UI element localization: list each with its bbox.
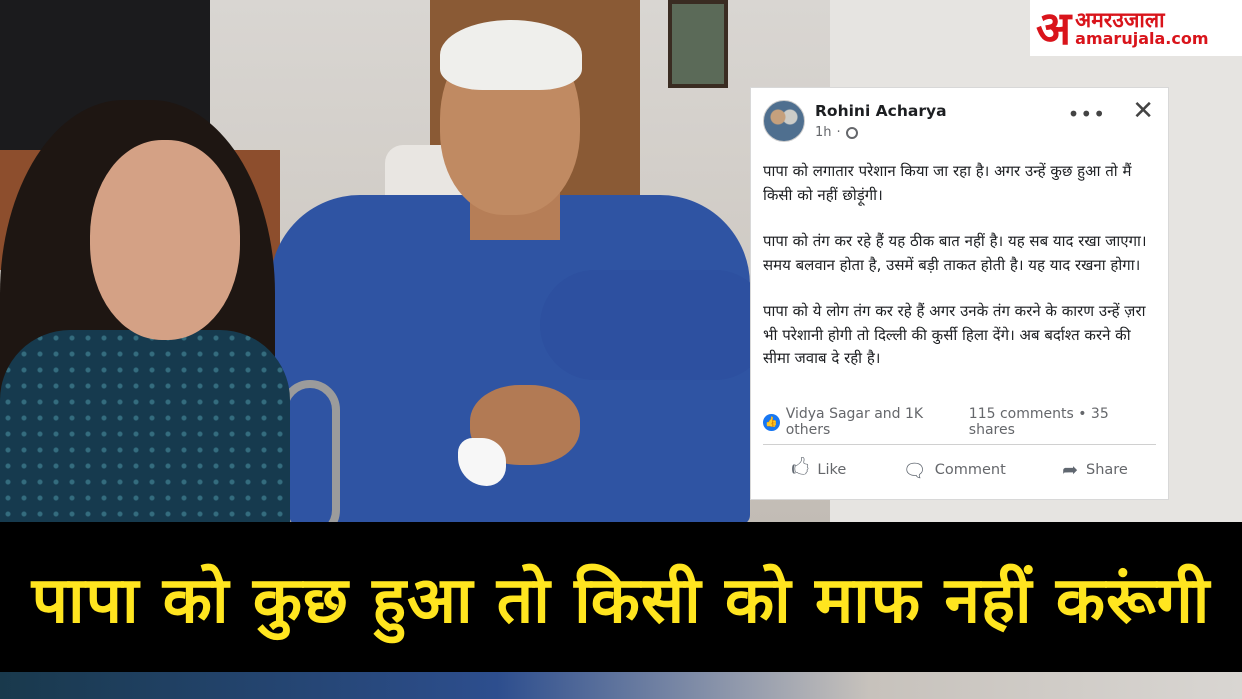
headline-banner: पापा को कुछ हुआ तो किसी को माफ नहीं करूं… [0,522,1242,672]
post-meta: 1h · [815,125,858,140]
comment-button[interactable]: 🗨 Comment [903,459,1006,482]
man-arm [540,270,770,380]
comment-label: Comment [934,462,1006,478]
reactions-summary[interactable]: 👍 Vidya Sagar and 1K others [763,406,969,438]
logo-mark: अ [1036,1,1072,55]
share-label: Share [1085,462,1128,478]
post-header: Rohini Acharya 1h · ••• ✕ [763,96,1156,148]
avatar[interactable] [763,100,805,142]
share-icon: ➦ [1062,459,1078,481]
divider [763,444,1156,445]
comment-icon: 🗨 [902,459,927,482]
dress-pattern [0,330,290,530]
like-button[interactable]: 🖒 Like [791,454,846,486]
reactions-text[interactable]: Vidya Sagar and 1K others [786,406,969,438]
globe-icon [845,126,858,139]
post-paragraph: पापा को ये लोग तंग कर रहे हैं अगर उनके त… [763,302,1146,367]
author-name[interactable]: Rohini Acharya [815,102,947,120]
close-icon[interactable]: ✕ [1132,96,1154,126]
man-hair [440,20,582,90]
share-button[interactable]: ➦ Share [1062,459,1128,481]
facebook-post-card: Rohini Acharya 1h · ••• ✕ पापा को लगातार… [751,88,1168,499]
comment-share-counts[interactable]: 115 comments • 35 shares [969,406,1156,438]
logo-name: अमरउजाला [1075,7,1165,32]
like-badge-icon: 👍 [763,413,780,431]
dot-separator: · [836,125,841,140]
logo-domain: amarujala.com [1075,28,1209,48]
post-stats: 👍 Vidya Sagar and 1K others 115 comments… [763,406,1156,438]
more-options-icon[interactable]: ••• [1068,102,1106,126]
woman-face [90,140,240,340]
thumbs-up-icon: 🖒 [791,457,810,479]
photo-bottom-strip [0,672,1242,699]
post-text: पापा को लगातार परेशान किया जा रहा है। अग… [763,160,1158,394]
post-paragraph: पापा को तंग कर रहे हैं यह ठीक बात नहीं ह… [763,232,1147,274]
amar-ujala-logo: अ अमरउजाला amarujala.com [1030,0,1242,56]
post-time[interactable]: 1h [815,125,832,140]
wall-painting [668,0,728,88]
like-label: Like [817,462,847,478]
post-actions: 🖒 Like 🗨 Comment ➦ Share [763,450,1156,490]
logo-text: अमरउजाला amarujala.com [1075,9,1208,48]
headline-text: पापा को कुछ हुआ तो किसी को माफ नहीं करूं… [31,563,1211,638]
post-paragraph: पापा को लगातार परेशान किया जा रहा है। अग… [763,162,1132,204]
